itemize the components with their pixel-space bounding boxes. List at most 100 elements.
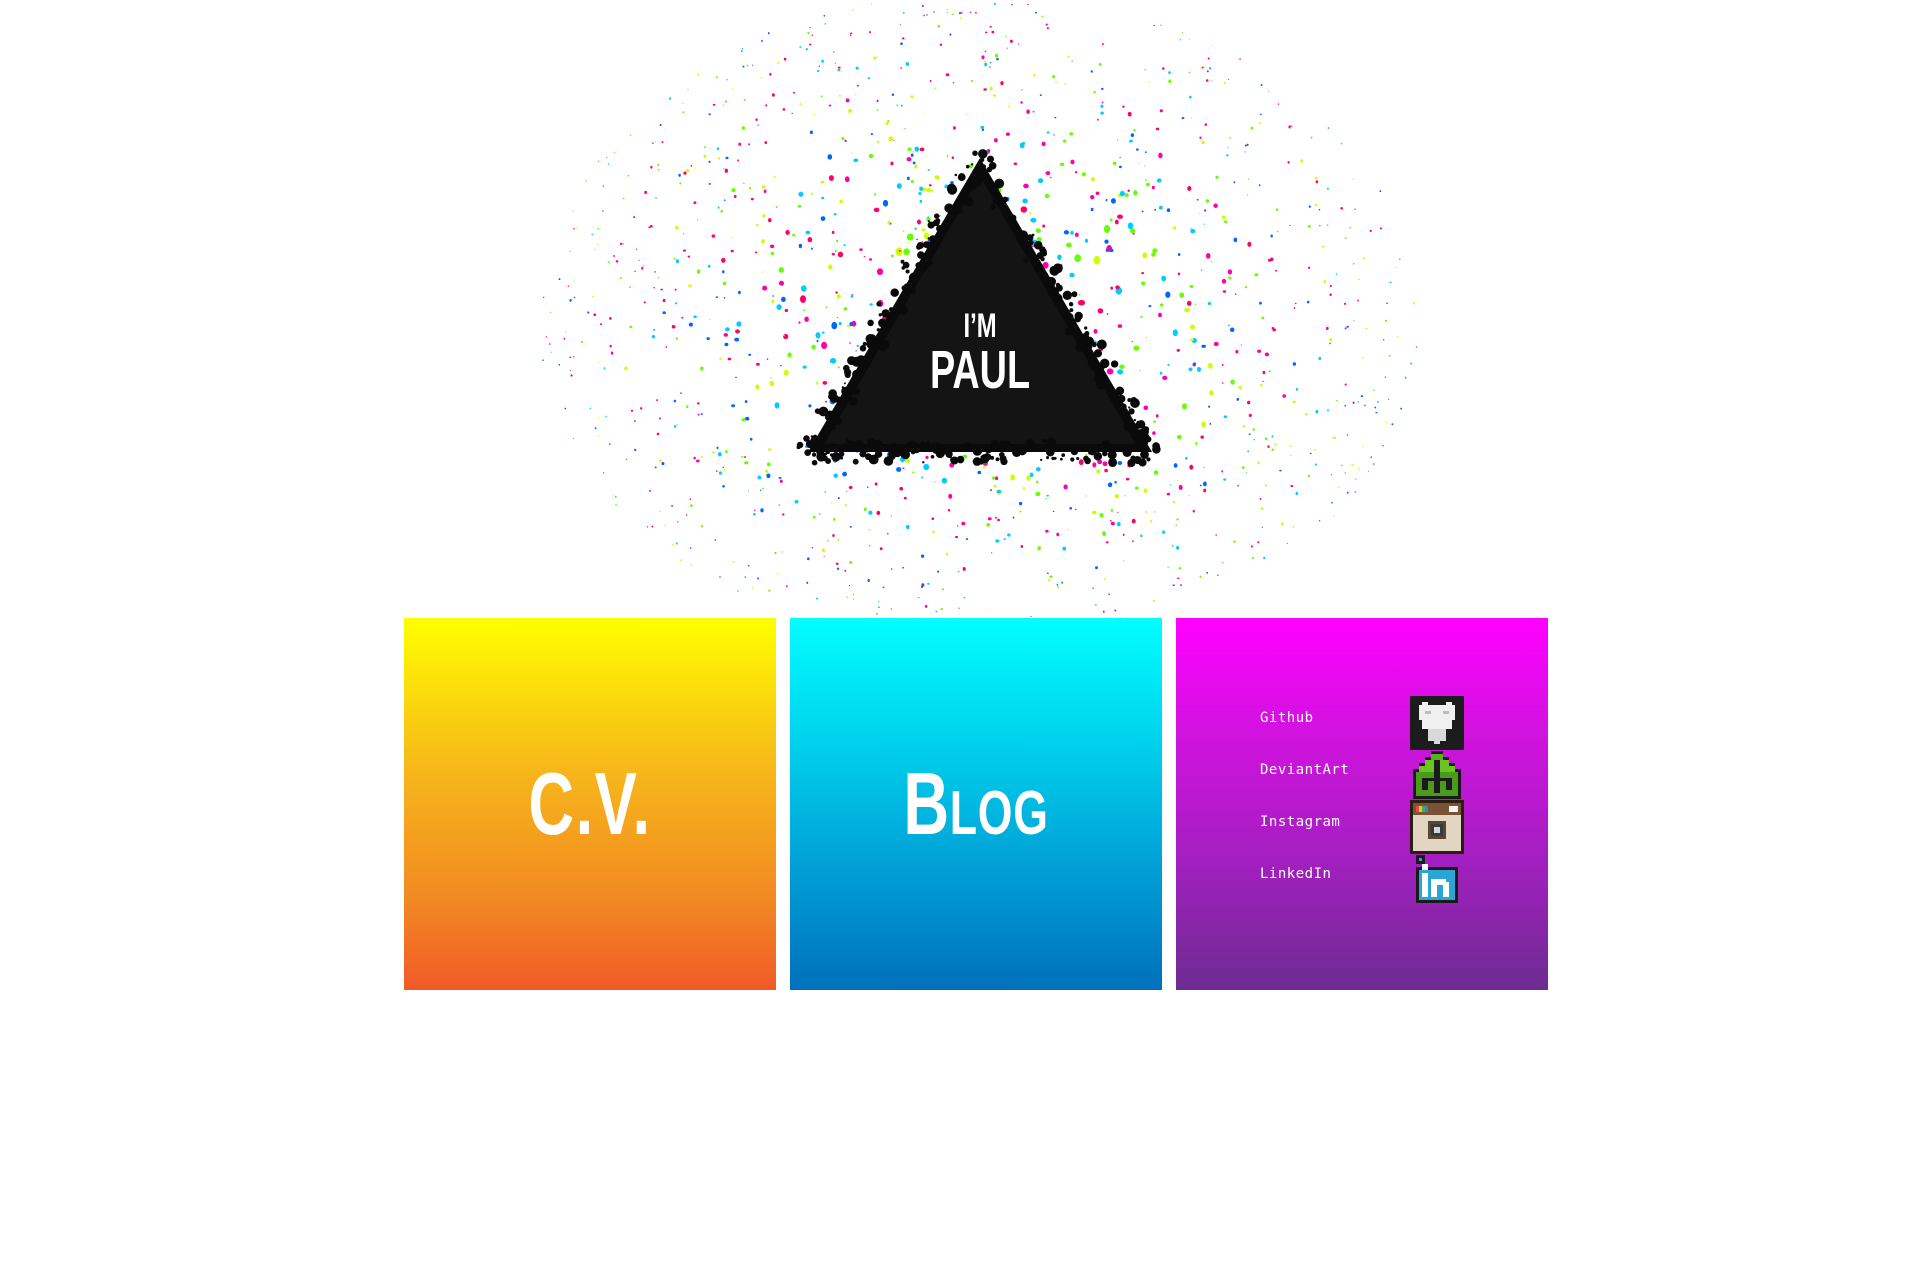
blog-tile[interactable]: Blog — [790, 618, 1162, 990]
instagram-label: Instagram — [1260, 814, 1341, 830]
paint-drop — [868, 510, 873, 515]
paint-drop — [990, 551, 993, 554]
paint-drop — [806, 557, 810, 561]
paint-drop — [1229, 136, 1231, 139]
paint-drop — [1102, 610, 1105, 613]
paint-drop — [948, 493, 953, 499]
paint-drop — [810, 192, 814, 195]
paint-drop — [1013, 162, 1018, 166]
paint-drop — [928, 184, 932, 187]
github-link[interactable]: Github — [1260, 696, 1490, 750]
paint-drop — [903, 248, 910, 256]
paint-drop — [1203, 223, 1206, 225]
paint-drop — [856, 344, 860, 348]
paint-drop — [958, 607, 960, 609]
paint-drop — [882, 199, 889, 207]
paint-drop — [1141, 210, 1144, 213]
paint-drop — [690, 563, 693, 566]
paint-drop — [1257, 461, 1260, 465]
paint-drop — [1049, 575, 1053, 578]
paint-drop — [1140, 534, 1143, 538]
paint-drop — [1200, 435, 1204, 439]
instagram-link[interactable]: Instagram — [1260, 800, 1490, 854]
ink-blob — [902, 294, 907, 299]
paint-drop — [926, 14, 928, 16]
paint-drop — [853, 158, 859, 163]
paint-drop — [876, 268, 884, 276]
paint-drop — [1158, 205, 1163, 210]
cv-tile[interactable]: C.V. — [404, 618, 776, 990]
paint-drop — [1271, 448, 1274, 451]
paint-drop — [1092, 587, 1094, 590]
paint-drop — [696, 402, 700, 405]
paint-drop — [899, 24, 901, 26]
paint-drop — [888, 136, 894, 142]
paint-drop — [1206, 79, 1209, 82]
paint-drop — [622, 197, 625, 200]
paint-drop — [689, 547, 692, 549]
paint-drop — [688, 322, 693, 327]
paint-drop — [1379, 227, 1382, 230]
ink-blob — [1101, 440, 1111, 449]
paint-drop — [1159, 303, 1164, 307]
paint-drop — [993, 2, 996, 6]
ink-blob — [972, 457, 982, 466]
paint-drop — [718, 452, 722, 457]
paint-drop — [890, 161, 894, 166]
paint-drop — [838, 94, 841, 97]
ink-blob — [1058, 305, 1068, 314]
linkedin-link[interactable]: LinkedIn — [1260, 852, 1490, 904]
paint-drop — [966, 114, 968, 116]
paint-drop — [1354, 490, 1357, 493]
paint-drop — [564, 331, 567, 333]
paint-drop — [1260, 507, 1264, 510]
paint-drop — [649, 489, 651, 493]
paint-drop — [1382, 339, 1385, 341]
paint-drop — [946, 8, 949, 11]
ink-blob — [919, 441, 926, 447]
ink-blob — [1082, 445, 1089, 452]
paint-drop — [906, 157, 912, 162]
paint-drop — [1192, 509, 1195, 513]
paint-drop — [708, 182, 711, 185]
paint-drop — [1245, 472, 1248, 474]
ink-blob — [934, 213, 940, 219]
paint-drop — [1259, 122, 1261, 125]
paint-drop — [1074, 254, 1082, 263]
paint-drop — [836, 567, 840, 571]
paint-drop — [1287, 161, 1290, 164]
ink-blob — [888, 458, 893, 463]
paint-drop — [707, 264, 711, 268]
paint-drop — [822, 380, 828, 385]
social-links-tile: Github DeviantArt Instagram LinkedIn — [1176, 618, 1548, 990]
paint-drop — [866, 486, 869, 489]
ink-blob — [995, 457, 1000, 462]
paint-drop — [762, 271, 764, 273]
paint-drop — [949, 33, 952, 36]
paint-drop — [661, 461, 665, 466]
paint-drop — [996, 489, 1002, 494]
paint-drop — [1093, 328, 1098, 334]
ink-blob — [1009, 214, 1017, 222]
paint-drop — [757, 577, 760, 580]
paint-drop — [849, 321, 853, 327]
paint-drop — [756, 223, 759, 227]
ink-blob — [905, 441, 914, 451]
ink-blob — [988, 169, 991, 173]
paint-drop — [848, 585, 851, 587]
ink-blob — [829, 453, 834, 457]
deviantart-link[interactable]: DeviantArt — [1260, 748, 1490, 800]
paint-drop — [831, 252, 836, 256]
paint-drop — [1117, 214, 1123, 219]
paint-drop — [946, 11, 949, 14]
ink-blob — [1040, 458, 1043, 462]
paint-drop — [921, 228, 926, 232]
paint-drop — [1143, 405, 1149, 411]
paint-drop — [609, 316, 612, 320]
paint-drop — [753, 509, 756, 512]
paint-drop — [980, 125, 985, 129]
paint-drop — [1152, 431, 1156, 435]
paint-drop — [633, 216, 636, 219]
paint-drop — [932, 530, 935, 533]
paint-drop — [1149, 520, 1153, 523]
